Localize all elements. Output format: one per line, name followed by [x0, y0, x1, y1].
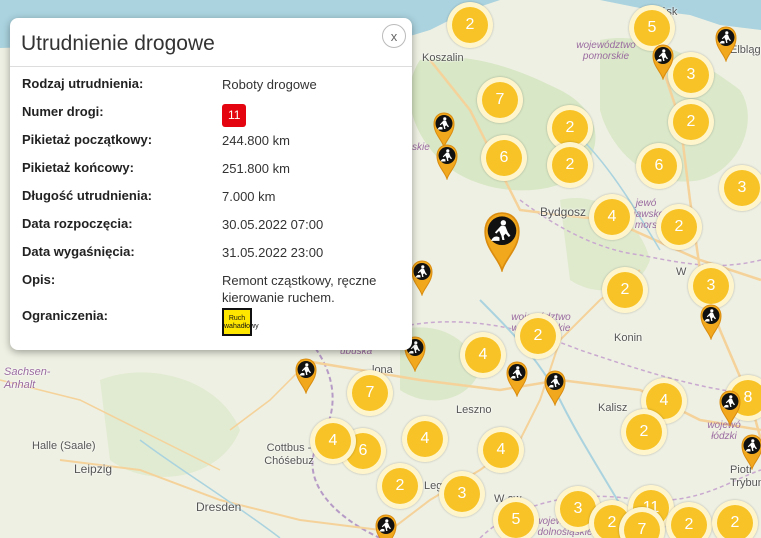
roadwork-marker[interactable]	[409, 258, 435, 296]
place-label-kalisz: Kalisz	[598, 402, 628, 414]
cluster-marker[interactable]: 5	[493, 497, 539, 538]
roadwork-marker[interactable]	[717, 388, 743, 426]
cluster-marker[interactable]: 2	[602, 267, 648, 313]
cluster-marker[interactable]: 3	[719, 165, 761, 211]
place-label-halle: Halle (Saale)	[32, 440, 96, 452]
detail-row-road: Numer drogi: 11	[22, 104, 402, 127]
detail-value: 30.05.2022 07:00	[222, 217, 324, 232]
detail-row-start-km: Pikietaż początkowy: 244.800 km	[22, 132, 402, 149]
road-number-badge: 11	[222, 104, 247, 127]
detail-label: Data rozpoczęcia:	[22, 216, 133, 231]
cluster-marker[interactable]: 2	[547, 142, 593, 188]
detail-label: Długość utrudnienia:	[22, 188, 152, 203]
cluster-marker[interactable]: 2	[656, 204, 702, 250]
detail-value-wrapper: 11	[222, 104, 402, 127]
map[interactable]: dańsk Elbląg Koszalin Bydgosz Konin Kali…	[0, 0, 761, 538]
roadwork-marker[interactable]	[542, 368, 568, 406]
detail-value: Roboty drogowe	[222, 77, 317, 92]
selected-roadwork-marker[interactable]	[480, 208, 524, 272]
place-label-leszno: Leszno	[456, 404, 492, 416]
cluster-marker[interactable]: 2	[712, 500, 758, 538]
cluster-marker[interactable]: 4	[460, 332, 506, 378]
place-label-w: W	[676, 266, 687, 278]
detail-label: Numer drogi:	[22, 104, 104, 119]
detail-value: 244.800 km	[222, 133, 290, 148]
cluster-marker[interactable]: 2	[377, 463, 423, 509]
cluster-marker[interactable]: 4	[310, 418, 356, 464]
cluster-marker[interactable]: 6	[481, 135, 527, 181]
place-label-sachsen: Sachsen-Anhalt	[4, 366, 51, 391]
detail-value: 31.05.2022 23:00	[222, 245, 324, 260]
place-label-konin: Konin	[614, 332, 643, 344]
detail-label: Pikietaż końcowy:	[22, 160, 134, 175]
restriction-sign-icon: Ruch wahadłowy	[222, 308, 259, 336]
cluster-marker[interactable]: 4	[478, 427, 524, 473]
roadwork-marker[interactable]	[713, 24, 739, 62]
cluster-marker[interactable]: 4	[589, 194, 635, 240]
cluster-marker[interactable]: 3	[439, 471, 485, 517]
detail-label: Opis:	[22, 272, 56, 287]
cluster-marker[interactable]: 2	[447, 2, 493, 48]
close-button[interactable]: x	[382, 24, 406, 48]
detail-row-end-date: Data wygaśnięcia: 31.05.2022 23:00	[22, 244, 402, 261]
cluster-marker[interactable]: 2	[515, 313, 561, 359]
detail-row-restrictions: Ograniczenia: Ruch wahadłowy	[22, 308, 402, 336]
detail-value: Remont cząstkowy, ręczne kierowanie ruch…	[222, 273, 377, 305]
detail-label: Rodzaj utrudnienia:	[22, 76, 144, 91]
roadwork-marker[interactable]	[373, 512, 399, 538]
cluster-marker[interactable]: 7	[347, 370, 393, 416]
detail-label: Data wygaśnięcia:	[22, 244, 135, 259]
roadwork-marker[interactable]	[434, 142, 460, 180]
detail-row-start-date: Data rozpoczęcia: 30.05.2022 07:00	[22, 216, 402, 233]
place-label-dresden: Dresden	[196, 500, 242, 514]
place-label-koszalin: Koszalin	[422, 52, 464, 64]
detail-value: 7.000 km	[222, 189, 276, 204]
popup-title: Utrudnienie drogowe	[21, 32, 215, 55]
cluster-marker[interactable]: 4	[402, 416, 448, 462]
cluster-marker[interactable]: 2	[668, 99, 714, 145]
place-label-bydgoszcz: Bydgosz	[540, 205, 587, 219]
popup-header: Utrudnienie drogowe x	[10, 18, 412, 67]
roadwork-marker[interactable]	[739, 432, 761, 470]
roadwork-marker[interactable]	[504, 359, 530, 397]
roadwork-popup: Utrudnienie drogowe x Rodzaj utrudnienia…	[10, 18, 412, 350]
detail-label: Pikietaż początkowy:	[22, 132, 153, 147]
detail-value-wrapper: Ruch wahadłowy	[222, 308, 402, 336]
cluster-marker[interactable]: 7	[477, 77, 523, 123]
region-label-zachodnio: skie	[412, 142, 430, 153]
detail-label: Ograniczenia:	[22, 308, 108, 323]
detail-row-type: Rodzaj utrudnienia: Roboty drogowe	[22, 76, 402, 93]
cluster-marker[interactable]: 6	[636, 143, 682, 189]
roadwork-marker[interactable]	[293, 356, 319, 394]
roadwork-marker[interactable]	[650, 42, 676, 80]
detail-row-end-km: Pikietaż końcowy: 251.800 km	[22, 160, 402, 177]
cluster-marker[interactable]: 2	[621, 409, 667, 455]
detail-row-length: Długość utrudnienia: 7.000 km	[22, 188, 402, 205]
detail-row-description: Opis: Remont cząstkowy, ręczne kierowani…	[22, 272, 402, 306]
place-label-leipzig: Leipzig	[74, 462, 113, 476]
roadwork-marker[interactable]	[698, 302, 724, 340]
detail-value: 251.800 km	[222, 161, 290, 176]
